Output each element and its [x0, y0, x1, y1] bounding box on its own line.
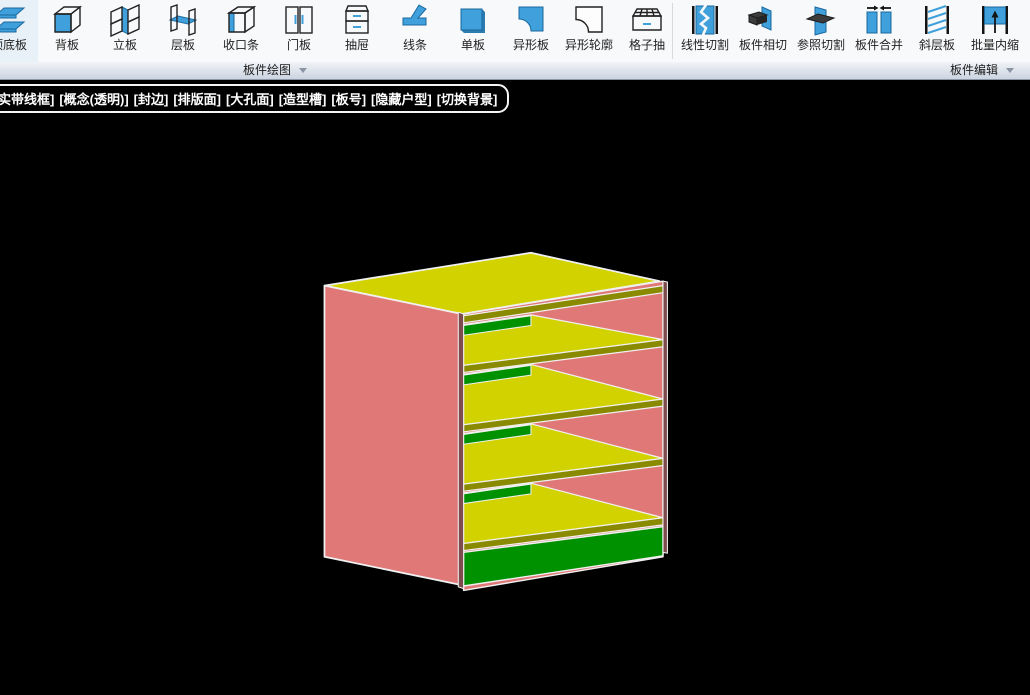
- batch-inset-icon: [978, 3, 1012, 37]
- tool-slanted-shelf[interactable]: 斜层板: [908, 0, 966, 63]
- tool-edge-strip[interactable]: 收口条: [212, 0, 270, 63]
- chevron-down-icon[interactable]: [299, 68, 307, 73]
- tool-label: 异形轮廓: [565, 38, 613, 52]
- tool-panel-tangent[interactable]: 板件相切: [734, 0, 792, 63]
- tool-drawer[interactable]: 抽屉: [328, 0, 386, 63]
- line-profile-icon: [398, 3, 432, 37]
- tool-shaped-panel[interactable]: 异形板: [502, 0, 560, 63]
- tool-batch-inset[interactable]: 批量内缩: [966, 0, 1024, 63]
- tool-linear-cut[interactable]: 线性切割: [676, 0, 734, 63]
- tool-door-panel[interactable]: 门板: [270, 0, 328, 63]
- tool-label: 单板: [461, 38, 485, 52]
- panel-tangent-icon: [746, 3, 780, 37]
- cabinet-model: [0, 80, 1030, 695]
- tool-label: 格子抽: [629, 38, 665, 52]
- panel-merge-icon: [862, 3, 896, 37]
- tool-label: 层板: [171, 38, 195, 52]
- tool-label: 线性切割: [681, 38, 729, 52]
- right-panel-front-edge[interactable]: [663, 281, 667, 553]
- tool-label: 立板: [113, 38, 137, 52]
- tool-label: 板件相切: [739, 38, 787, 52]
- tool-line-profile[interactable]: 线条: [386, 0, 444, 63]
- tool-shelf-panel[interactable]: 层板: [154, 0, 212, 63]
- back-panel-icon: [50, 3, 84, 37]
- shaped-contour-icon: [572, 3, 606, 37]
- tool-label: 收口条: [223, 38, 259, 52]
- reference-cut-icon: [804, 3, 838, 37]
- single-panel-icon: [456, 3, 490, 37]
- ribbon-toolbar: 顶底板 背板 立板 层板: [0, 0, 1030, 63]
- grid-drawer-icon: [630, 3, 664, 37]
- slanted-shelf-icon: [920, 3, 954, 37]
- tool-label: 背板: [55, 38, 79, 52]
- linear-cut-icon: [688, 3, 722, 37]
- tool-label: 批量内缩: [971, 38, 1019, 52]
- tool-top-bottom-panel[interactable]: 顶底板: [0, 0, 38, 63]
- tool-single-panel[interactable]: 单板: [444, 0, 502, 63]
- tool-panel-merge[interactable]: 板件合并: [850, 0, 908, 63]
- tab-panel-editing[interactable]: 板件编辑: [950, 63, 1014, 78]
- edge-strip-icon: [224, 3, 258, 37]
- door-panel-icon: [282, 3, 316, 37]
- 3d-viewport[interactable]: 实带线框][概念(透明)][封边][排版面][大孔面][造型槽][板号][隐藏户…: [0, 80, 1030, 695]
- tool-label: 参照切割: [797, 38, 845, 52]
- top-bottom-panel-icon: [0, 3, 26, 37]
- tab-label: 板件绘图: [243, 63, 291, 78]
- tool-back-panel[interactable]: 背板: [38, 0, 96, 63]
- tab-panel-drawing[interactable]: 板件绘图: [243, 63, 307, 78]
- tool-label: 线条: [403, 38, 427, 52]
- tool-reference-cut[interactable]: 参照切割: [792, 0, 850, 63]
- vertical-panel-icon: [108, 3, 142, 37]
- left-panel-front-edge[interactable]: [458, 312, 463, 588]
- tool-label: 板件合并: [855, 38, 903, 52]
- tool-vertical-panel[interactable]: 立板: [96, 0, 154, 63]
- ribbon-group-separator: [672, 3, 673, 59]
- shelf-panel-icon: [166, 3, 200, 37]
- tool-shaped-contour[interactable]: 异形轮廓: [560, 0, 618, 63]
- left-side-panel-face[interactable]: [324, 286, 461, 586]
- tab-label: 板件编辑: [950, 63, 998, 78]
- tool-label: 顶底板: [0, 38, 27, 52]
- tool-label: 异形板: [513, 38, 549, 52]
- tool-grid-drawer[interactable]: 格子抽: [618, 0, 676, 63]
- chevron-down-icon[interactable]: [1006, 68, 1014, 73]
- tool-label: 门板: [287, 38, 311, 52]
- tool-label: 斜层板: [919, 38, 955, 52]
- ribbon-tab-strip: 板件绘图 板件编辑: [0, 62, 1030, 80]
- drawer-icon: [340, 3, 374, 37]
- shaped-panel-icon: [514, 3, 548, 37]
- tool-label: 抽屉: [345, 38, 369, 52]
